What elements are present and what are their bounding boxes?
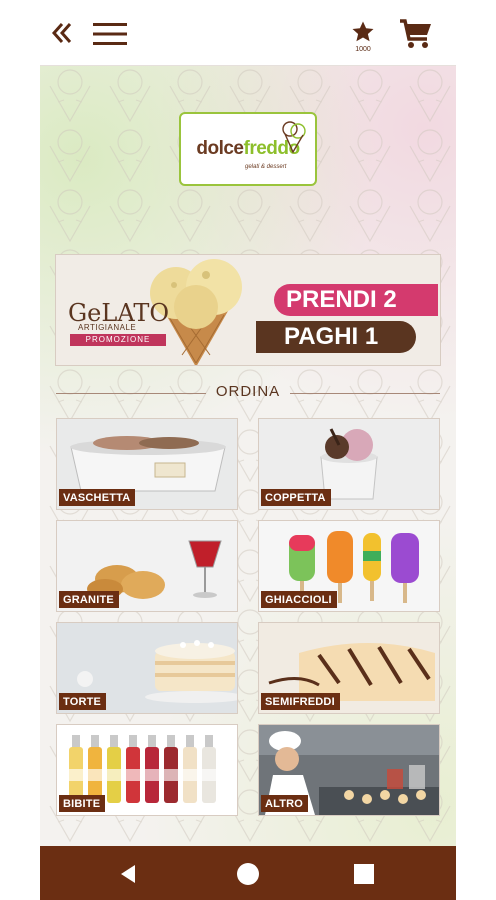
favorites-count: 1000: [355, 45, 371, 53]
logo-tagline: gelati & dessert: [245, 164, 287, 170]
home-content: dolcefreddo gelati & dessert GeLATO ARTI…: [40, 66, 456, 846]
category-tile-torte[interactable]: TORTE: [56, 622, 238, 714]
promo-badge: PROMOZIONE: [70, 334, 166, 346]
section-header: ORDINA: [56, 382, 440, 402]
promo-brand-sub: ARTIGIANALE: [78, 323, 137, 332]
category-label: GHIACCIOLI: [261, 591, 337, 608]
menu-button[interactable]: [92, 20, 128, 48]
category-label: BIBITE: [59, 795, 106, 812]
nav-recents-button[interactable]: [350, 860, 378, 888]
star-icon: [352, 21, 374, 41]
system-nav-bar: [40, 846, 456, 900]
divider-left: [56, 393, 206, 394]
category-tile-altro[interactable]: ALTRO: [258, 724, 440, 816]
category-label: SEMIFREDDI: [261, 693, 340, 710]
promo-banner[interactable]: GeLATO ARTIGIANALE PROMOZIONE PRENDI 2 P…: [55, 254, 441, 366]
category-label: VASCHETTA: [59, 489, 136, 506]
back-button[interactable]: [48, 18, 76, 48]
category-label: COPPETTA: [261, 489, 331, 506]
category-tile-bibite[interactable]: BIBITE: [56, 724, 238, 816]
category-tile-coppetta[interactable]: COPPETTA: [258, 418, 440, 510]
square-recents-icon: [354, 864, 374, 884]
shopping-cart-icon: [400, 19, 431, 48]
top-app-bar: 1000: [40, 0, 456, 66]
divider-right: [290, 393, 440, 394]
category-label: GRANITE: [59, 591, 119, 608]
brand-logo: dolcefreddo gelati & dessert: [179, 112, 317, 186]
logo-word-dolce: dolce: [196, 138, 244, 159]
category-tile-semifreddi[interactable]: SEMIFREDDI: [258, 622, 440, 714]
nav-back-button[interactable]: [114, 860, 142, 888]
section-title: ORDINA: [215, 383, 281, 400]
category-label: TORTE: [59, 693, 107, 710]
favorites-button[interactable]: 1000: [348, 14, 378, 58]
category-tile-granite[interactable]: GRANITE: [56, 520, 238, 612]
hamburger-menu-icon: [93, 23, 127, 45]
circle-home-icon: [237, 863, 259, 885]
cart-button[interactable]: [396, 16, 436, 52]
app-screen: 1000 dolcefreddo gelati & dessert GeLATO…: [40, 0, 456, 900]
category-tile-ghiaccioli[interactable]: GHIACCIOLI: [258, 520, 440, 612]
triangle-back-icon: [121, 865, 135, 883]
nav-home-button[interactable]: [234, 860, 262, 888]
promo-line-prendi: PRENDI 2: [274, 284, 438, 316]
double-chevron-left-icon: [51, 23, 72, 43]
promo-line-paghi: PAGHI 1: [256, 321, 416, 353]
logo-cone-icon: [282, 121, 306, 154]
category-label: ALTRO: [261, 795, 309, 812]
category-tile-vaschetta[interactable]: VASCHETTA: [56, 418, 238, 510]
